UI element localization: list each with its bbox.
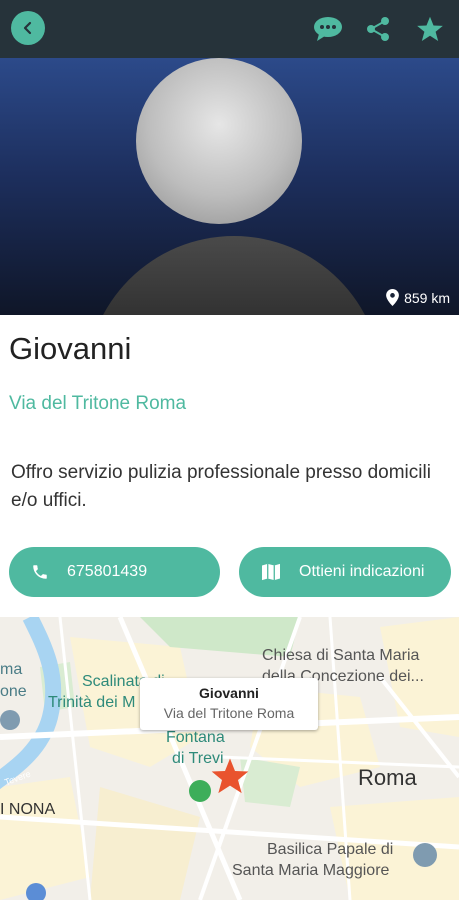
directions-button-label: Ottieni indicazioni bbox=[299, 563, 425, 580]
location-pin-icon bbox=[386, 289, 399, 306]
star-icon bbox=[417, 16, 443, 42]
map-label-trinita: Trinità dei M bbox=[48, 694, 136, 711]
distance-text: 859 km bbox=[404, 289, 450, 306]
call-button[interactable]: 675801439 bbox=[9, 547, 220, 597]
map-label-rione: I NONA bbox=[0, 801, 56, 818]
map-label-edge: one bbox=[0, 683, 27, 700]
chat-button[interactable] bbox=[311, 12, 345, 46]
callout-title: Giovanni bbox=[199, 685, 259, 701]
callout-subtitle: Via del Tritone Roma bbox=[163, 705, 295, 721]
map-label-fontana: Fontana bbox=[166, 729, 225, 746]
map-info-callout[interactable]: Giovanni Via del Tritone Roma bbox=[140, 678, 318, 730]
top-app-bar bbox=[0, 0, 459, 58]
map-label-roma: Roma bbox=[358, 765, 417, 790]
map-label-basilica: Basilica Papale di bbox=[267, 841, 394, 858]
map-label-basilica-2: Santa Maria Maggiore bbox=[232, 862, 390, 879]
chevron-left-icon bbox=[23, 21, 32, 35]
avatar-body bbox=[86, 236, 382, 315]
map-label-chiesa: Chiesa di Santa Maria bbox=[262, 647, 420, 664]
favorite-button[interactable] bbox=[413, 12, 447, 46]
directions-button[interactable]: Ottieni indicazioni bbox=[239, 547, 451, 597]
map-label-edge: ma bbox=[0, 661, 23, 678]
back-button[interactable] bbox=[11, 11, 45, 45]
phone-icon bbox=[33, 565, 47, 579]
call-button-label: 675801439 bbox=[67, 563, 148, 580]
star-map-marker-icon[interactable] bbox=[210, 756, 250, 796]
share-icon bbox=[367, 17, 389, 41]
avatar-head bbox=[136, 58, 302, 224]
provider-description: Offro servizio pulizia professionale pre… bbox=[11, 462, 431, 511]
map-icon bbox=[262, 563, 280, 581]
provider-name: Giovanni bbox=[9, 331, 132, 366]
provider-address[interactable]: Via del Tritone Roma bbox=[9, 393, 186, 415]
share-button[interactable] bbox=[361, 12, 395, 46]
distance-badge: 859 km bbox=[386, 289, 450, 306]
profile-photo: 859 km bbox=[0, 58, 459, 315]
chat-icon bbox=[314, 17, 342, 41]
